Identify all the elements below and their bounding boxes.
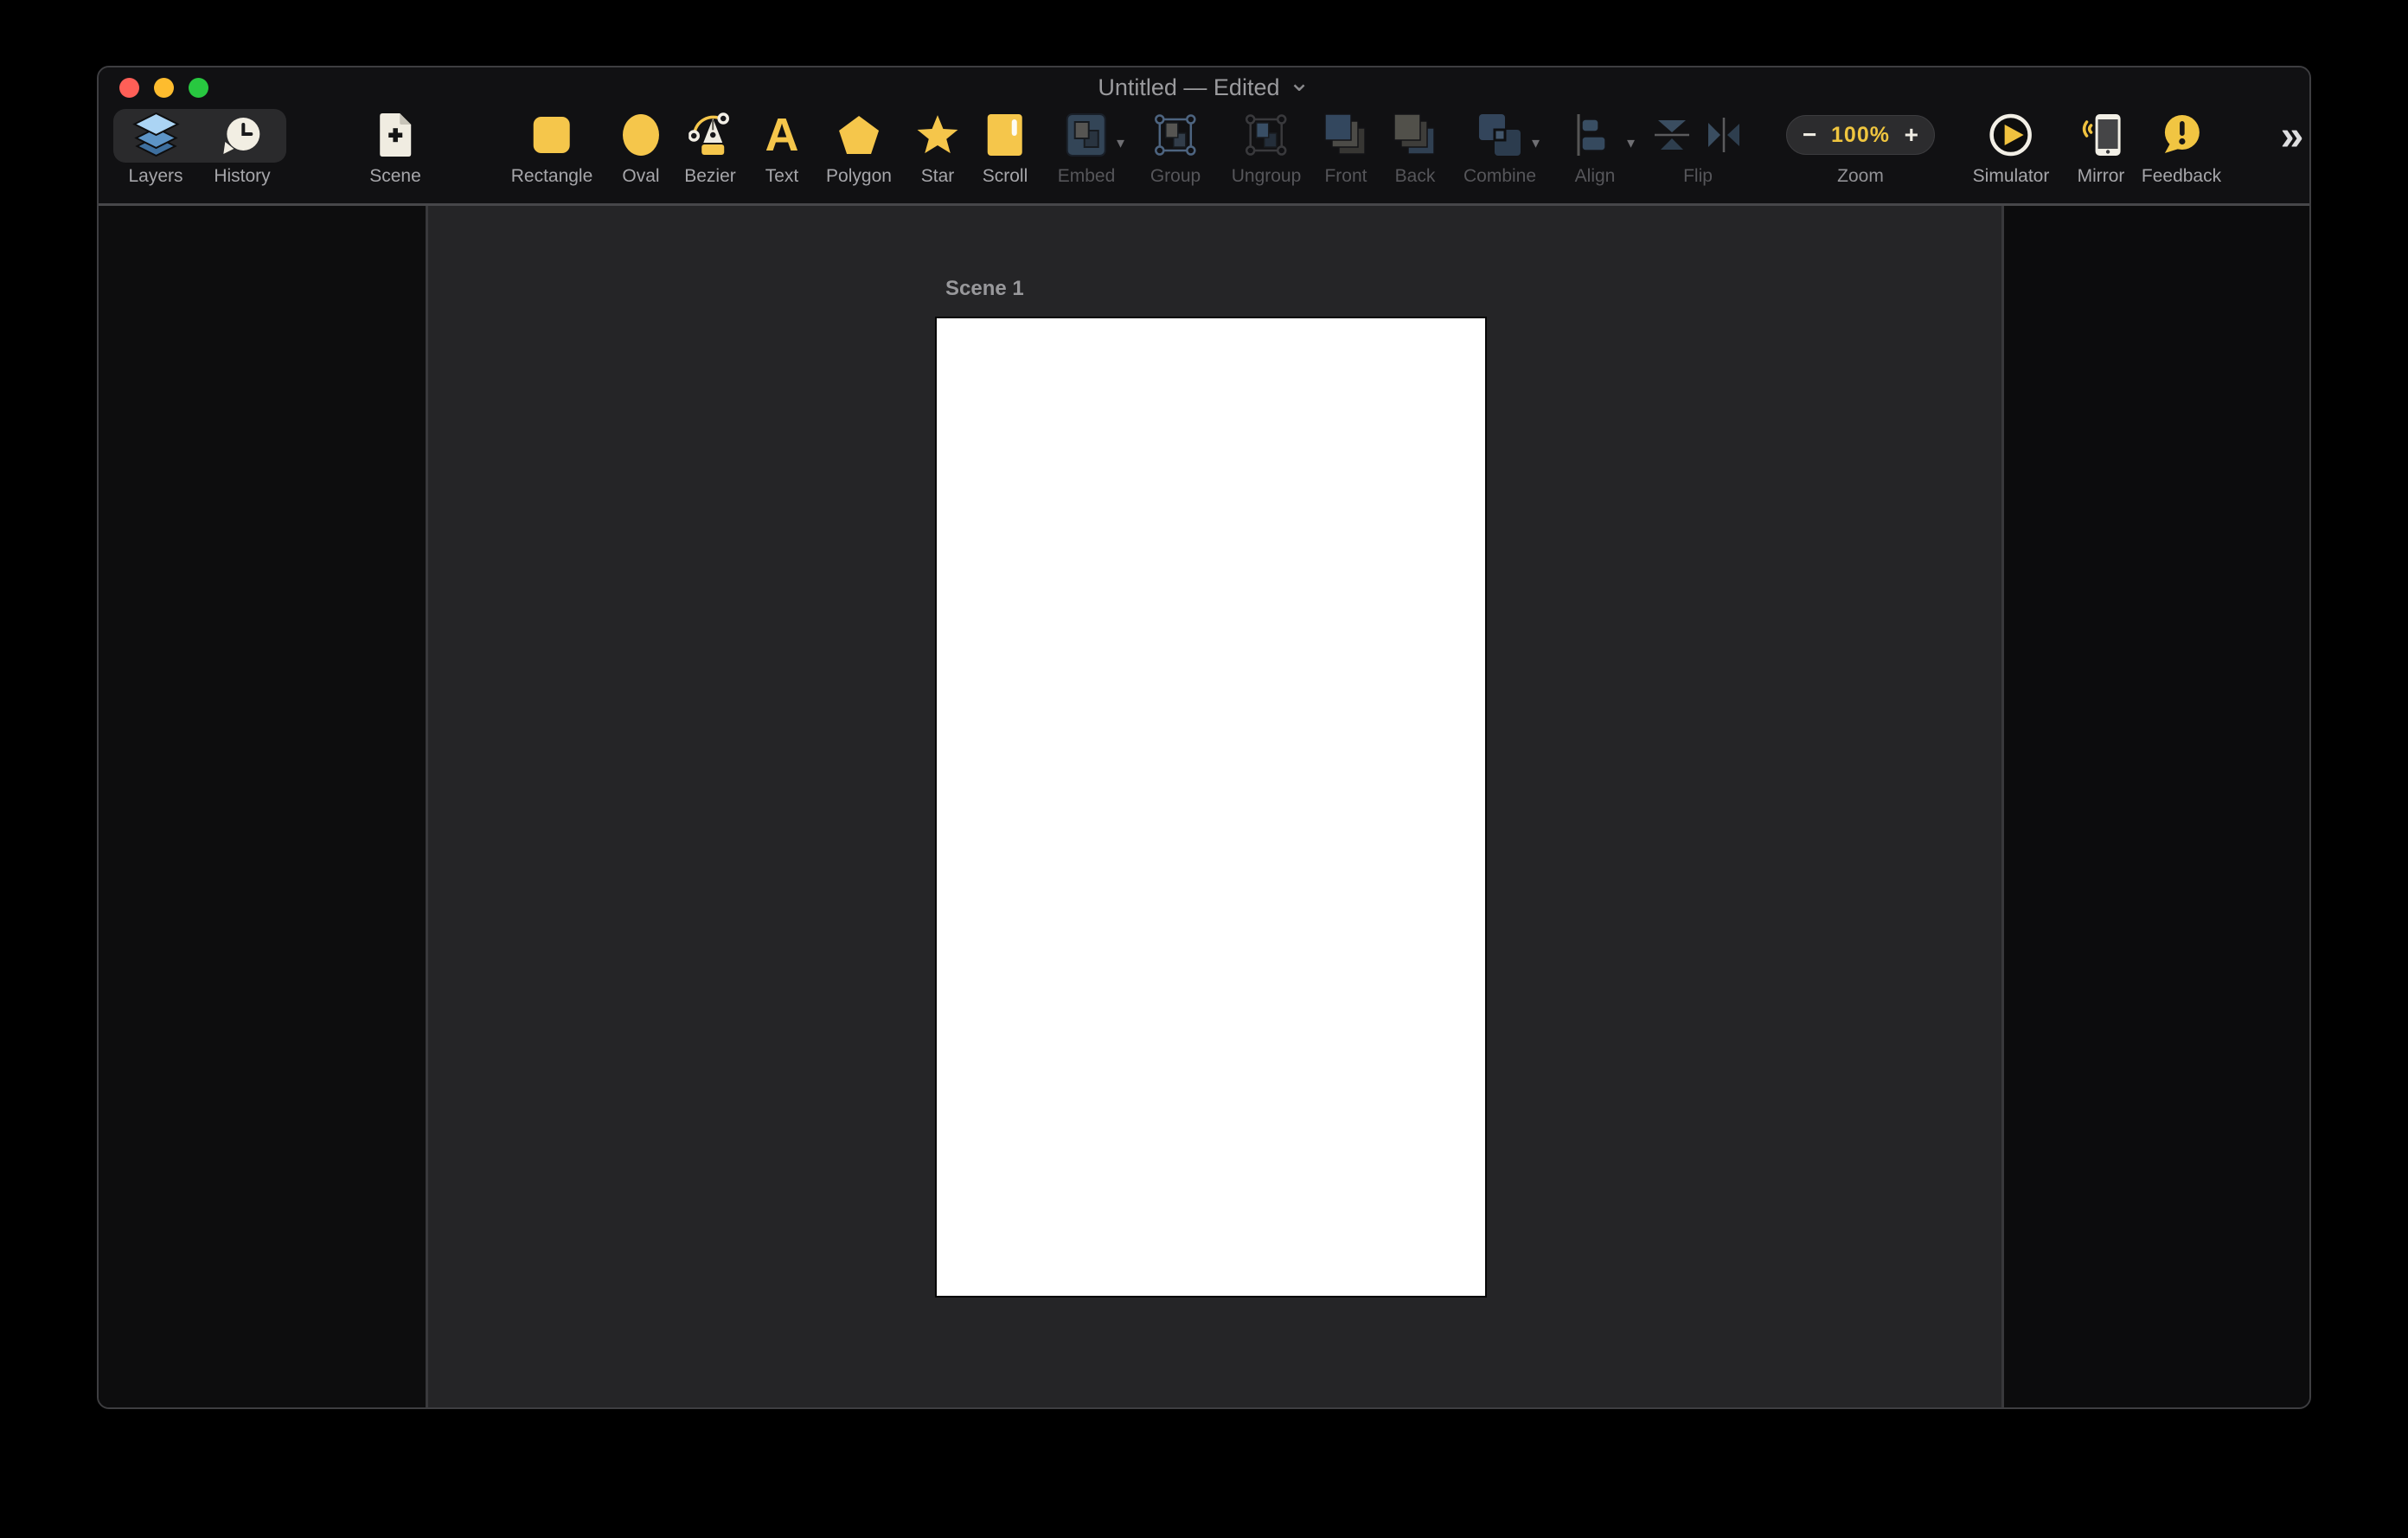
front-button[interactable]: Front bbox=[1323, 107, 1368, 187]
embed-button[interactable]: ▾ Embed bbox=[1057, 107, 1124, 187]
oval-label: Oval bbox=[622, 166, 660, 186]
scene-title[interactable]: Scene 1 bbox=[945, 277, 1024, 301]
star-label: Star bbox=[920, 166, 955, 186]
feedback-button[interactable]: Feedback bbox=[2142, 107, 2221, 187]
zoom-out-button[interactable]: − bbox=[1803, 118, 1816, 152]
mirror-button[interactable]: Mirror bbox=[2077, 107, 2125, 187]
ungroup-button[interactable]: Ungroup bbox=[1231, 107, 1302, 187]
star-tool-button[interactable]: Star bbox=[916, 107, 959, 187]
flip-button[interactable]: Flip bbox=[1653, 107, 1743, 187]
rectangle-icon bbox=[532, 107, 572, 163]
mirror-label: Mirror bbox=[2077, 166, 2125, 186]
scroll-tool-button[interactable]: Scroll bbox=[983, 107, 1028, 187]
feedback-bubble-icon bbox=[2159, 107, 2204, 163]
traffic-lights bbox=[119, 78, 208, 98]
align-dropdown-icon: ▾ bbox=[1626, 134, 1635, 151]
oval-icon bbox=[621, 107, 661, 163]
zoom-level-value: 100% bbox=[1831, 122, 1890, 147]
zoom-pill: − 100% + bbox=[1786, 115, 1935, 155]
combine-icon: ▾ bbox=[1477, 107, 1540, 163]
simulator-button[interactable]: Simulator bbox=[1972, 107, 2050, 187]
polygon-label: Polygon bbox=[826, 166, 892, 186]
ungroup-label: Ungroup bbox=[1231, 166, 1302, 186]
align-icon: ▾ bbox=[1572, 107, 1635, 163]
star-icon bbox=[916, 107, 959, 163]
toolbar: Untitled — Edited ⌄ Layers History Scene… bbox=[99, 67, 2309, 206]
align-button[interactable]: ▾ Align bbox=[1572, 107, 1635, 187]
mirror-phone-icon bbox=[2078, 107, 2123, 163]
flip-vertical-icon bbox=[1655, 120, 1689, 150]
embed-icon: ▾ bbox=[1066, 107, 1124, 163]
window-title[interactable]: Untitled — Edited ⌄ bbox=[1098, 67, 1310, 101]
oval-tool-button[interactable]: Oval bbox=[621, 107, 661, 187]
polygon-tool-button[interactable]: Polygon bbox=[826, 107, 892, 187]
zoom-control: − 100% + Zoom bbox=[1786, 107, 1935, 187]
rectangle-label: Rectangle bbox=[510, 166, 593, 186]
toolbar-overflow-button[interactable]: » bbox=[2281, 116, 2304, 157]
layers-icon bbox=[131, 107, 180, 163]
new-scene-icon bbox=[375, 107, 415, 163]
title-chevron-icon: ⌄ bbox=[1288, 67, 1310, 97]
simulator-play-icon bbox=[1988, 107, 2034, 163]
ungroup-icon bbox=[1243, 107, 1290, 163]
embed-dropdown-icon: ▾ bbox=[1116, 134, 1124, 151]
close-button[interactable] bbox=[119, 78, 139, 98]
canvas[interactable]: Scene 1 bbox=[428, 206, 2001, 1407]
bring-to-front-icon bbox=[1323, 107, 1368, 163]
history-label: History bbox=[214, 166, 271, 186]
layers-panel bbox=[99, 206, 428, 1407]
document-title: Untitled — Edited bbox=[1098, 74, 1280, 100]
combine-label: Combine bbox=[1463, 166, 1537, 186]
bezier-pen-icon bbox=[688, 107, 732, 163]
rectangle-tool-button[interactable]: Rectangle bbox=[510, 107, 593, 187]
zoom-in-button[interactable]: + bbox=[1905, 118, 1918, 152]
send-to-back-icon bbox=[1393, 107, 1438, 163]
simulator-label: Simulator bbox=[1972, 166, 2050, 186]
combine-button[interactable]: ▾ Combine bbox=[1463, 107, 1540, 187]
history-button[interactable]: History bbox=[214, 107, 271, 187]
flip-label: Flip bbox=[1683, 166, 1713, 186]
polygon-icon bbox=[837, 107, 881, 163]
back-button[interactable]: Back bbox=[1393, 107, 1438, 187]
history-icon bbox=[218, 107, 266, 163]
content-area: Scene 1 bbox=[99, 206, 2309, 1407]
text-icon: A bbox=[765, 109, 799, 161]
group-icon bbox=[1152, 107, 1199, 163]
group-button[interactable]: Group bbox=[1150, 107, 1201, 187]
minimize-button[interactable] bbox=[154, 78, 174, 98]
text-tool-button[interactable]: A Text bbox=[765, 107, 799, 187]
combine-dropdown-icon: ▾ bbox=[1531, 134, 1540, 151]
flip-horizontal-icon bbox=[1708, 118, 1739, 152]
front-label: Front bbox=[1324, 166, 1367, 186]
layers-button[interactable]: Layers bbox=[128, 107, 183, 187]
back-label: Back bbox=[1394, 166, 1436, 186]
scroll-icon bbox=[985, 107, 1025, 163]
text-label: Text bbox=[765, 166, 799, 186]
bezier-tool-button[interactable]: Bezier bbox=[684, 107, 736, 187]
zoom-label: Zoom bbox=[1837, 166, 1884, 186]
scene-button[interactable]: Scene bbox=[369, 107, 421, 187]
feedback-label: Feedback bbox=[2141, 166, 2222, 186]
flip-icons bbox=[1653, 107, 1743, 163]
embed-label: Embed bbox=[1057, 166, 1116, 186]
zoom-window-button[interactable] bbox=[189, 78, 208, 98]
inspector-panel bbox=[2001, 206, 2309, 1407]
bezier-label: Bezier bbox=[684, 166, 736, 186]
align-label: Align bbox=[1574, 166, 1616, 186]
scene-label: Scene bbox=[369, 166, 421, 186]
artboard-scene-1[interactable] bbox=[935, 317, 1487, 1298]
layers-label: Layers bbox=[128, 166, 183, 186]
group-label: Group bbox=[1150, 166, 1201, 186]
app-window: Untitled — Edited ⌄ Layers History Scene… bbox=[97, 66, 2311, 1409]
scroll-label: Scroll bbox=[982, 166, 1028, 186]
